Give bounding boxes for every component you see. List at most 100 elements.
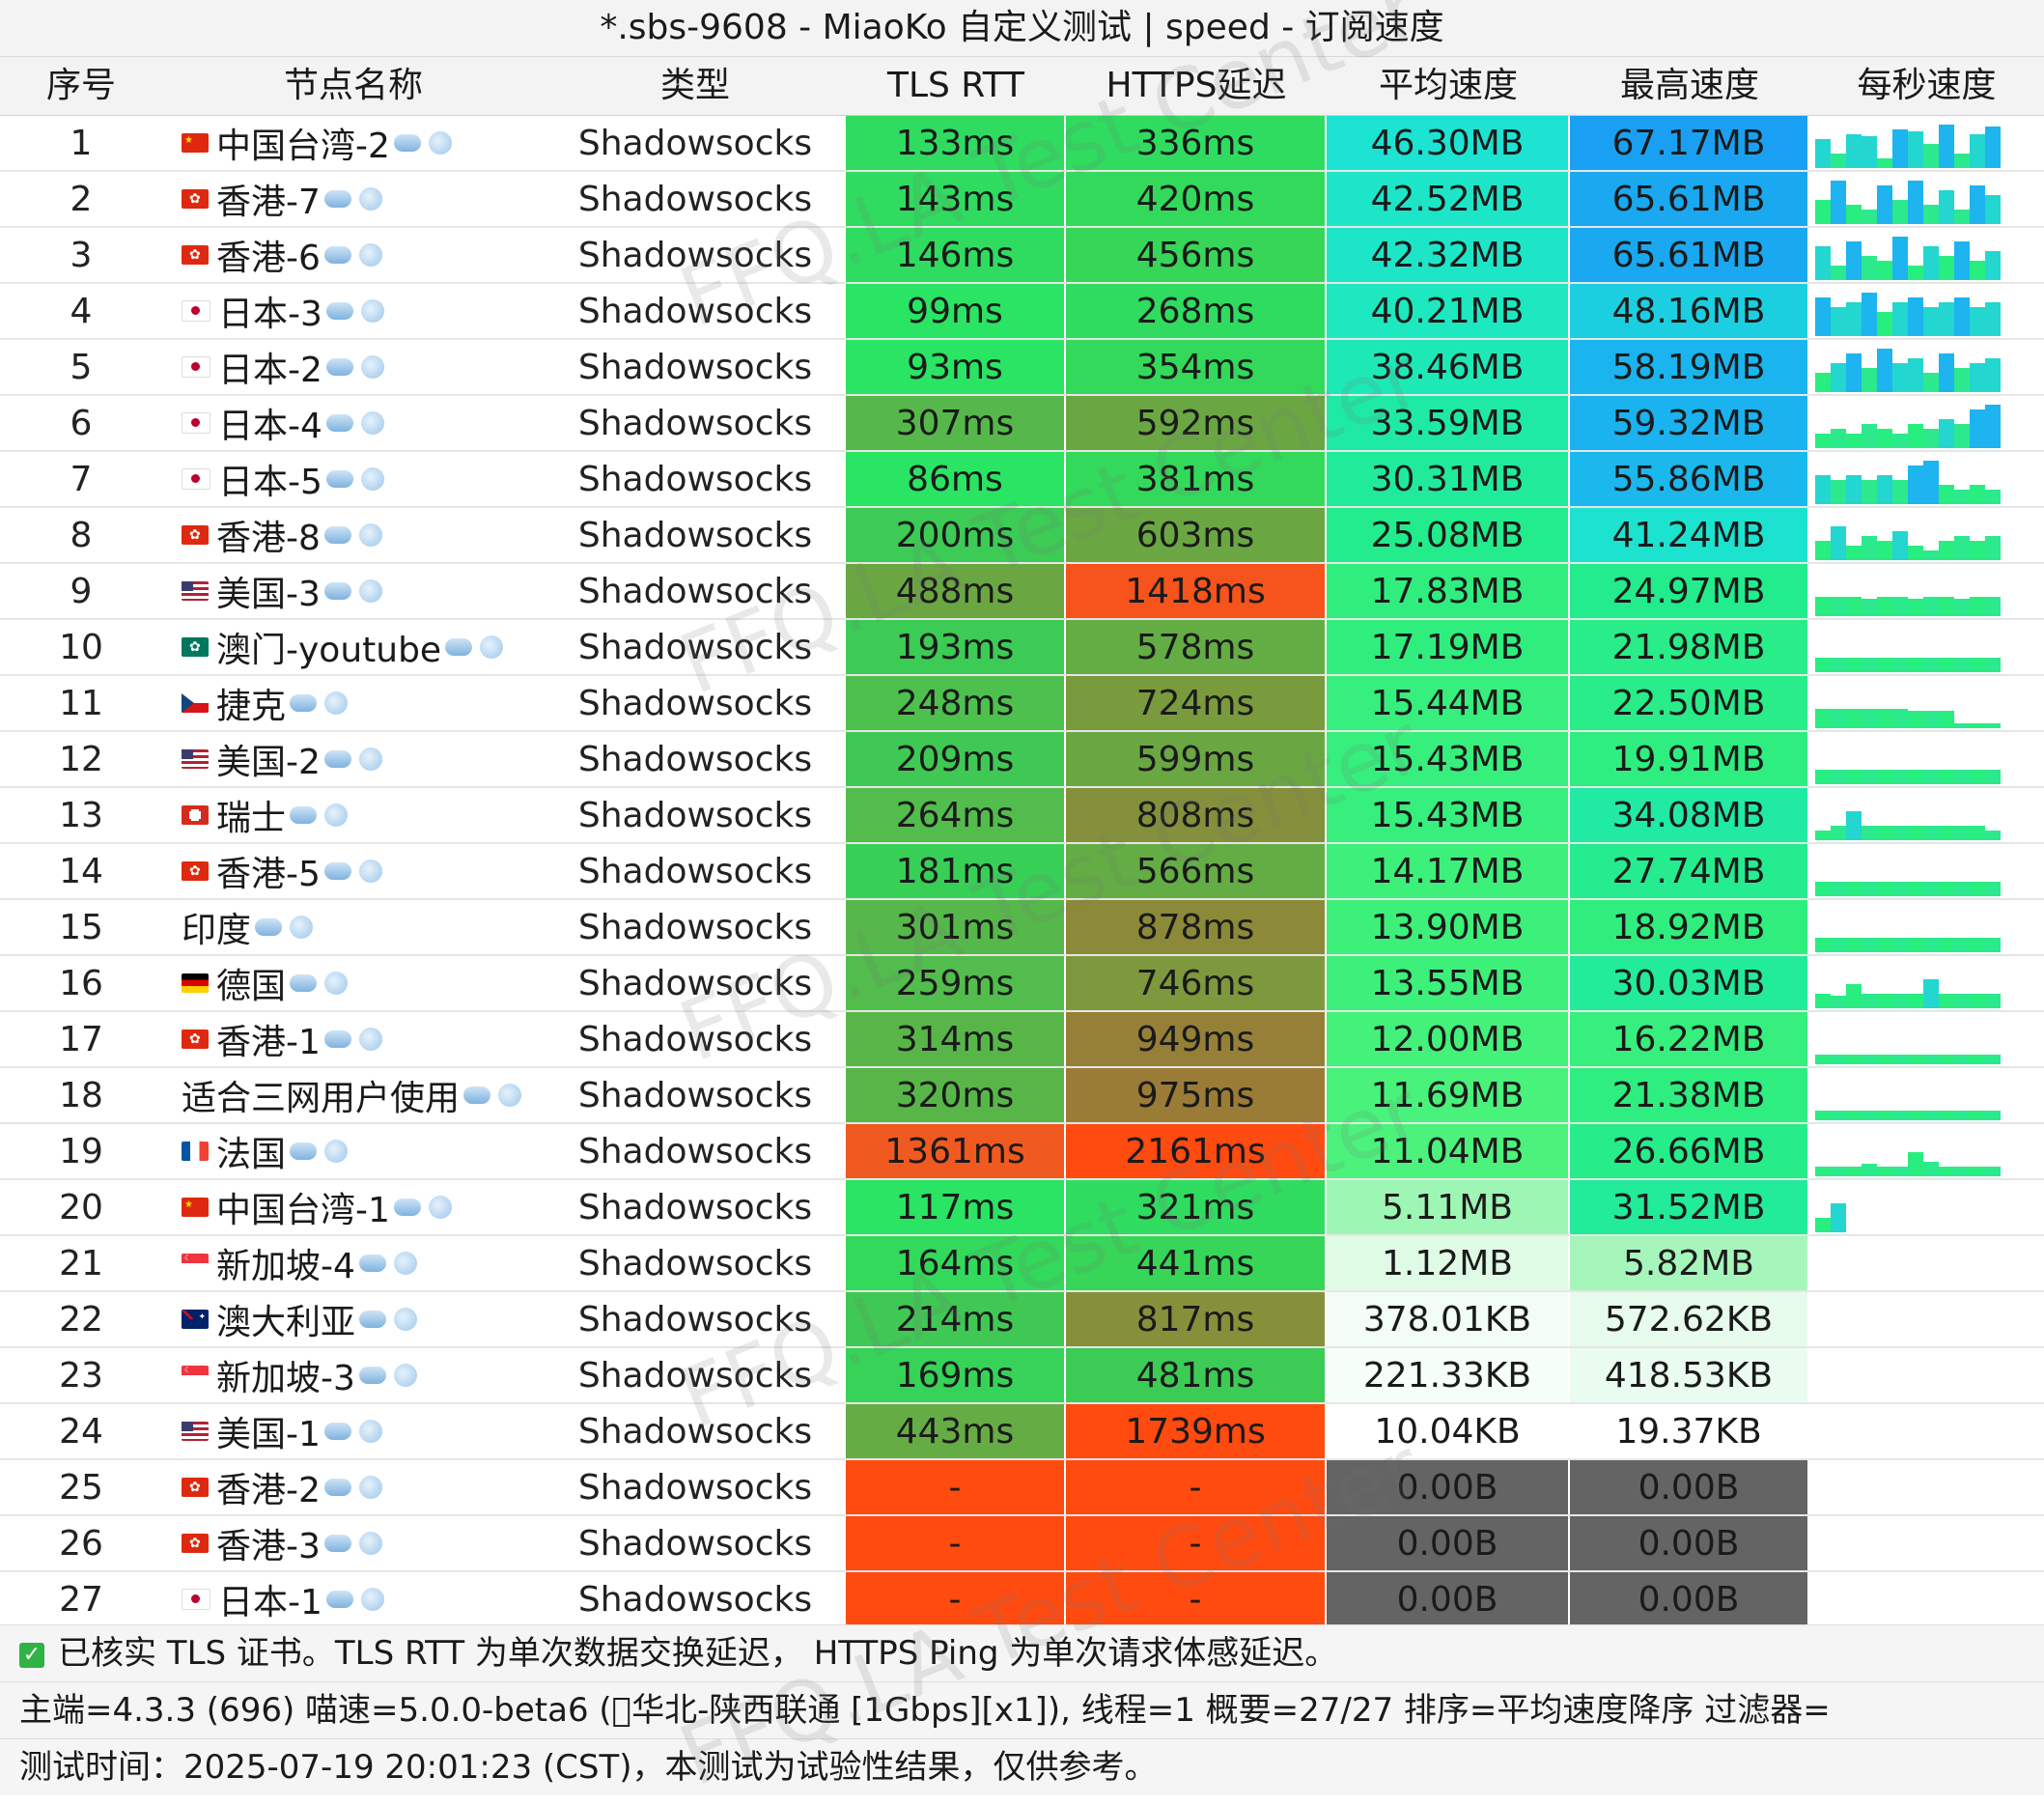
column-header-type[interactable]: 类型 — [545, 57, 846, 115]
node-icons — [325, 299, 384, 323]
flag-au-icon: ✦ — [182, 1310, 209, 1329]
protocol-type: Shadowsocks — [577, 1299, 813, 1340]
table-row[interactable]: 17 ✿ 香港-1 Shadowsocks 314ms 949ms 12.00MB 16.22… — [0, 1012, 2044, 1068]
avg-speed-cell: 11.04MB — [1327, 1124, 1570, 1178]
protocol-type: Shadowsocks — [577, 347, 813, 387]
table-row[interactable]: 27 日本-1 Shadowsocks - -0.00B 0.00B — [0, 1572, 2044, 1628]
table-row[interactable]: 6 日本-4 Shadowsocks 307ms 592ms 33.59MB 59.32MB — [0, 396, 2044, 452]
column-header-https-latency[interactable]: HTTPS延迟 — [1066, 57, 1327, 115]
speed-bar — [1908, 266, 1923, 280]
protocol-type: Shadowsocks — [577, 1411, 813, 1452]
node-name: 日本-5 — [218, 463, 322, 502]
row-index: 9 — [70, 571, 93, 611]
speed-bar — [1939, 353, 1954, 392]
table-row[interactable]: 24 美国-1 Shadowsocks 443ms 1739ms 10.04KB 19.37… — [0, 1404, 2044, 1460]
table-row[interactable]: 14 ✿ 香港-5 Shadowsocks 181ms 566ms 14.17MB 27.74… — [0, 844, 2044, 900]
table-row[interactable]: 5 日本-2 Shadowsocks 93ms 354ms 38.46MB 58.19MB — [0, 340, 2044, 396]
table-row[interactable]: 1 ★ 中国台湾-2 Shadowsocks 133ms 336ms 46.30MB 67.1… — [0, 116, 2044, 172]
table-row[interactable]: 16 德国 Shadowsocks 259ms 746ms 13.55MB 30.03MB — [0, 956, 2044, 1012]
speed-bar — [1939, 256, 1954, 280]
table-row[interactable]: 13 瑞士 Shadowsocks 264ms 808ms 15.43MB 34.08MB — [0, 788, 2044, 844]
table-row[interactable]: 4 日本-3 Shadowsocks 99ms 268ms 40.21MB 48.16MB — [0, 284, 2044, 340]
speed-bar — [1985, 1111, 2001, 1120]
column-header-node-name[interactable]: 节点名称 — [162, 57, 545, 115]
speed-bar — [1939, 1167, 1954, 1176]
table-row[interactable]: 25 ✿ 香港-2 Shadowsocks - -0.00B 0.00B — [0, 1460, 2044, 1516]
table-row[interactable]: 19 法国 Shadowsocks 1361ms 2161ms 11.04MB 26.66M… — [0, 1124, 2044, 1180]
speed-bar — [1908, 711, 1923, 728]
wind-icon — [393, 1364, 417, 1387]
table-row[interactable]: 26 ✿ 香港-3 Shadowsocks - -0.00B 0.00B — [0, 1516, 2044, 1572]
column-header-tls-rtt[interactable]: TLS RTT — [846, 57, 1066, 115]
table-row[interactable]: 8 ✿ 香港-8 Shadowsocks 200ms 603ms 25.08MB 41.24M… — [0, 508, 2044, 564]
table-row[interactable]: 22 ✦ 澳大利亚 Shadowsocks 214ms 817ms 378.01KB 572.… — [0, 1292, 2044, 1348]
speed-bar — [1908, 882, 1923, 896]
node-icons — [463, 1084, 522, 1107]
table-row[interactable]: 21 ☾ 新加坡-4 Shadowsocks 164ms 441ms 1.12MB 5.82M… — [0, 1236, 2044, 1292]
avg-speed-cell: 42.52MB — [1327, 172, 1570, 226]
table-row[interactable]: 11 捷克 Shadowsocks 248ms 724ms 15.44MB 22.50MB — [0, 676, 2044, 732]
node-name-cell: ✦ 澳大利亚 — [162, 1292, 545, 1346]
speed-bar — [1862, 599, 1877, 616]
tls-rtt-cell: 443ms — [846, 1404, 1066, 1458]
tls-rtt-cell: 164ms — [846, 1236, 1066, 1290]
node-name-cell: 日本-1 — [162, 1572, 545, 1626]
tls-rtt-cell: 214ms — [846, 1292, 1066, 1346]
speed-bar — [1939, 302, 1954, 336]
tls-rtt-cell: 117ms — [846, 1180, 1066, 1234]
speed-bar — [1939, 541, 1954, 560]
column-header-index[interactable]: 序号 — [0, 57, 162, 115]
protocol-type: Shadowsocks — [577, 571, 813, 611]
max-speed-cell: 22.50MB — [1570, 676, 1809, 730]
table-row[interactable]: 12 美国-2 Shadowsocks 209ms 599ms 15.43MB 19.91M… — [0, 732, 2044, 788]
tls-rtt-cell: 307ms — [846, 396, 1066, 450]
node-name: 适合三网用户使用 — [182, 1079, 461, 1118]
node-name: 新加坡-3 — [216, 1359, 355, 1398]
table-row[interactable]: 7 日本-5 Shadowsocks 86ms 381ms 30.31MB 55.86MB — [0, 452, 2044, 508]
flag-hk-icon: ✿ — [182, 245, 209, 265]
table-row[interactable]: 18 适合三网用户使用 Shadowsocks 320ms 975ms 11.69MB 21… — [0, 1068, 2044, 1124]
speed-bar — [1877, 185, 1892, 224]
speed-bar — [1862, 938, 1877, 952]
speed-bar — [1970, 363, 1985, 392]
table-row[interactable]: 15 印度 Shadowsocks 301ms 878ms 13.90MB 18.92MB — [0, 900, 2044, 956]
tls-rtt-cell: 181ms — [846, 844, 1066, 898]
node-name: 法国 — [216, 1135, 287, 1174]
table-row[interactable]: 9 美国-3 Shadowsocks 488ms 1418ms 17.83MB 24.97M… — [0, 564, 2044, 620]
node-name-cell: 美国-2 — [162, 732, 545, 786]
table-row[interactable]: 20 ★ 中国台湾-1 Shadowsocks 117ms 321ms 5.11MB 31.5… — [0, 1180, 2044, 1236]
avg-speed-cell: 17.83MB — [1327, 564, 1570, 618]
node-icons — [323, 1532, 382, 1555]
column-header-max-speed[interactable]: 最高速度 — [1570, 57, 1809, 115]
node-name-cell: ✿ 香港-6 — [162, 228, 545, 282]
protocol-type: Shadowsocks — [577, 1467, 813, 1508]
node-name: 澳门-youtube — [216, 631, 442, 670]
speed-bar — [1862, 536, 1877, 560]
max-speed-cell: 41.24MB — [1570, 508, 1809, 562]
tls-rtt-cell: 99ms — [846, 284, 1066, 338]
tls-rtt-cell: 488ms — [846, 564, 1066, 618]
speed-bar — [1892, 1055, 1908, 1064]
table-row[interactable]: 2 ✿ 香港-7 Shadowsocks 143ms 420ms 42.52MB 65.61M… — [0, 172, 2044, 228]
max-speed-cell: 18.92MB — [1570, 900, 1809, 954]
speed-bar — [1892, 531, 1908, 560]
max-speed-cell: 31.52MB — [1570, 1180, 1809, 1234]
column-header-per-second-speed[interactable]: 每秒速度 — [1809, 57, 2044, 115]
table-row[interactable]: 3 ✿ 香港-6 Shadowsocks 146ms 456ms 42.32MB 65.61M… — [0, 228, 2044, 284]
protocol-type: Shadowsocks — [577, 291, 813, 331]
wind-icon — [324, 804, 349, 827]
table-row[interactable]: 23 ☾ 新加坡-3 Shadowsocks 169ms 481ms 221.33KB 418… — [0, 1348, 2044, 1404]
table-row[interactable]: 10 ✿ 澳门-youtube Shadowsocks 193ms 578ms 17.19M… — [0, 620, 2044, 676]
node-name-cell: ★ 中国台湾-2 — [162, 116, 545, 170]
column-header-avg-speed[interactable]: 平均速度 — [1327, 57, 1570, 115]
https-latency-cell: - — [1066, 1460, 1327, 1514]
tls-rtt-cell: - — [846, 1516, 1066, 1570]
per-second-speed-graph — [1809, 620, 2044, 674]
wind-icon — [324, 972, 349, 995]
per-second-speed-graph — [1809, 676, 2044, 730]
speed-bar — [1908, 599, 1923, 616]
speed-bar — [1985, 1055, 2001, 1064]
tls-rtt-cell: 264ms — [846, 788, 1066, 842]
speed-bar — [1892, 480, 1908, 504]
speed-bar — [1815, 200, 1831, 224]
